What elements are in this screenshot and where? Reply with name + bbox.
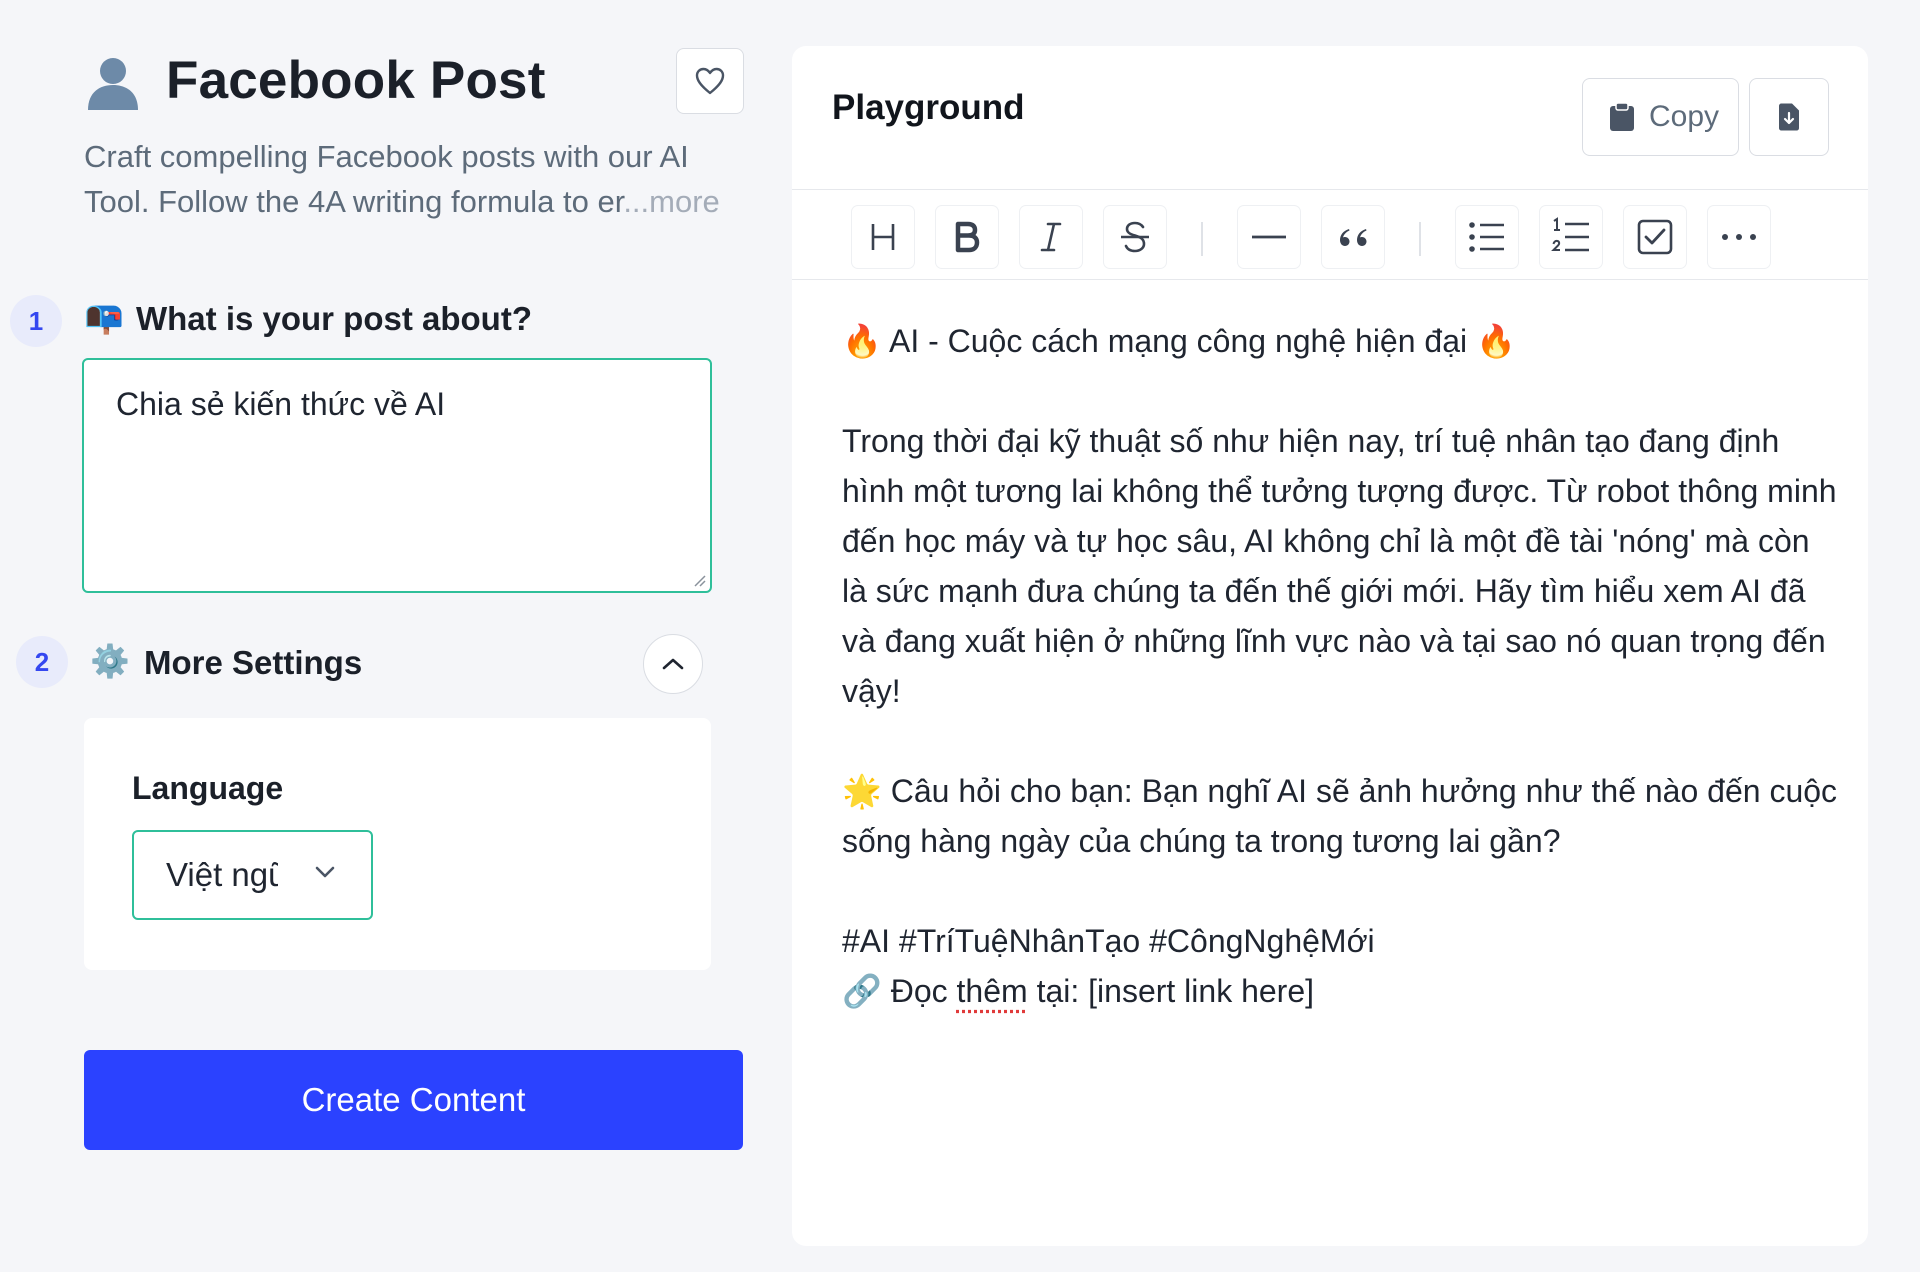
numbered-list-button[interactable] [1540,206,1602,268]
checklist-button[interactable] [1624,206,1686,268]
chevron-down-icon [315,866,335,878]
download-button[interactable] [1749,78,1829,156]
post-topic-input[interactable]: Chia sẻ kiến thức về AI [82,358,712,593]
bullet-list-button[interactable] [1456,206,1518,268]
horizontal-rule-icon [1252,235,1286,239]
clipboard-icon [1610,102,1634,131]
page-title: Facebook Post [166,51,546,110]
checkbox-icon [1637,219,1673,255]
post-hashtags: #AI #TríTuệNhânTạo #CôngNghệMới [842,923,1375,959]
language-label: Language [132,770,284,806]
ellipsis-icon [1722,234,1756,240]
italic-icon [1040,222,1062,252]
copy-label: Copy [1649,100,1720,133]
link-prefix: 🔗 Đọc [842,973,957,1009]
collapse-settings-button[interactable] [643,634,703,694]
bold-icon [955,221,980,253]
title-row: Facebook Post [84,48,744,128]
tool-panel: Facebook Post Craft compelling Facebook … [0,0,790,1272]
step-1-badge: 1 [10,295,62,347]
settings-card: Language Việt ngữ [84,718,711,970]
playground-panel: Playground Copy 🔥 AI - Cuộc cách mạng cô… [792,46,1868,1246]
spellcheck-word: thêm [956,973,1028,1009]
italic-button[interactable] [1020,206,1082,268]
more-settings-label: More Settings [144,644,363,681]
bullet-list-icon [1469,222,1504,252]
heading-button[interactable] [852,206,914,268]
copy-button[interactable]: Copy [1582,78,1739,156]
step-2-badge: 2 [16,636,68,688]
bold-button[interactable] [936,206,998,268]
playground-title: Playground [832,88,1025,127]
toolbar-divider [1419,222,1421,256]
favorite-button[interactable] [676,48,744,114]
quote-button[interactable] [1322,206,1384,268]
tool-description: Craft compelling Facebook posts with our… [84,134,744,224]
create-content-button[interactable]: Create Content [84,1050,743,1150]
numbered-list-icon [1551,217,1589,252]
more-options-button[interactable] [1708,206,1770,268]
post-paragraph: Trong thời đại kỹ thuật số như hiện nay,… [842,423,1837,709]
editor-toolbar [792,190,1868,280]
post-heading: 🔥 AI - Cuộc cách mạng công nghệ hiện đại… [842,323,1516,359]
download-file-icon [1779,103,1799,131]
strikethrough-button[interactable] [1104,206,1166,268]
mailbox-icon: 📭 [84,299,124,335]
post-topic-label: What is your post about? [136,300,532,337]
quote-icon [1340,229,1367,246]
post-link-line: 🔗 Đọc thêm tại: [insert link here] [842,966,1842,1016]
editor-content[interactable]: 🔥 AI - Cuộc cách mạng công nghệ hiện đại… [842,316,1842,1016]
description-text: Craft compelling Facebook posts with our… [84,139,689,219]
horizontal-rule-button[interactable] [1238,206,1300,268]
language-select[interactable]: Việt ngữ [132,830,373,920]
toolbar-divider [1201,222,1203,256]
chevron-up-icon [662,658,684,670]
playground-header: Playground Copy [792,46,1868,190]
person-icon [88,58,138,110]
heart-icon [695,67,725,95]
post-question: 🌟 Câu hỏi cho bạn: Bạn nghĩ AI sẽ ảnh hư… [842,773,1838,859]
post-topic-value: Chia sẻ kiến thức về AI [116,386,446,422]
more-link[interactable]: ...more [623,184,719,219]
gear-icon: ⚙️ [90,643,130,679]
language-value: Việt ngữ [166,856,278,893]
resize-grip-icon[interactable] [692,573,706,587]
strikethrough-icon [1121,221,1149,253]
link-suffix: tại: [insert link here] [1027,973,1315,1009]
heading-icon [871,224,895,250]
